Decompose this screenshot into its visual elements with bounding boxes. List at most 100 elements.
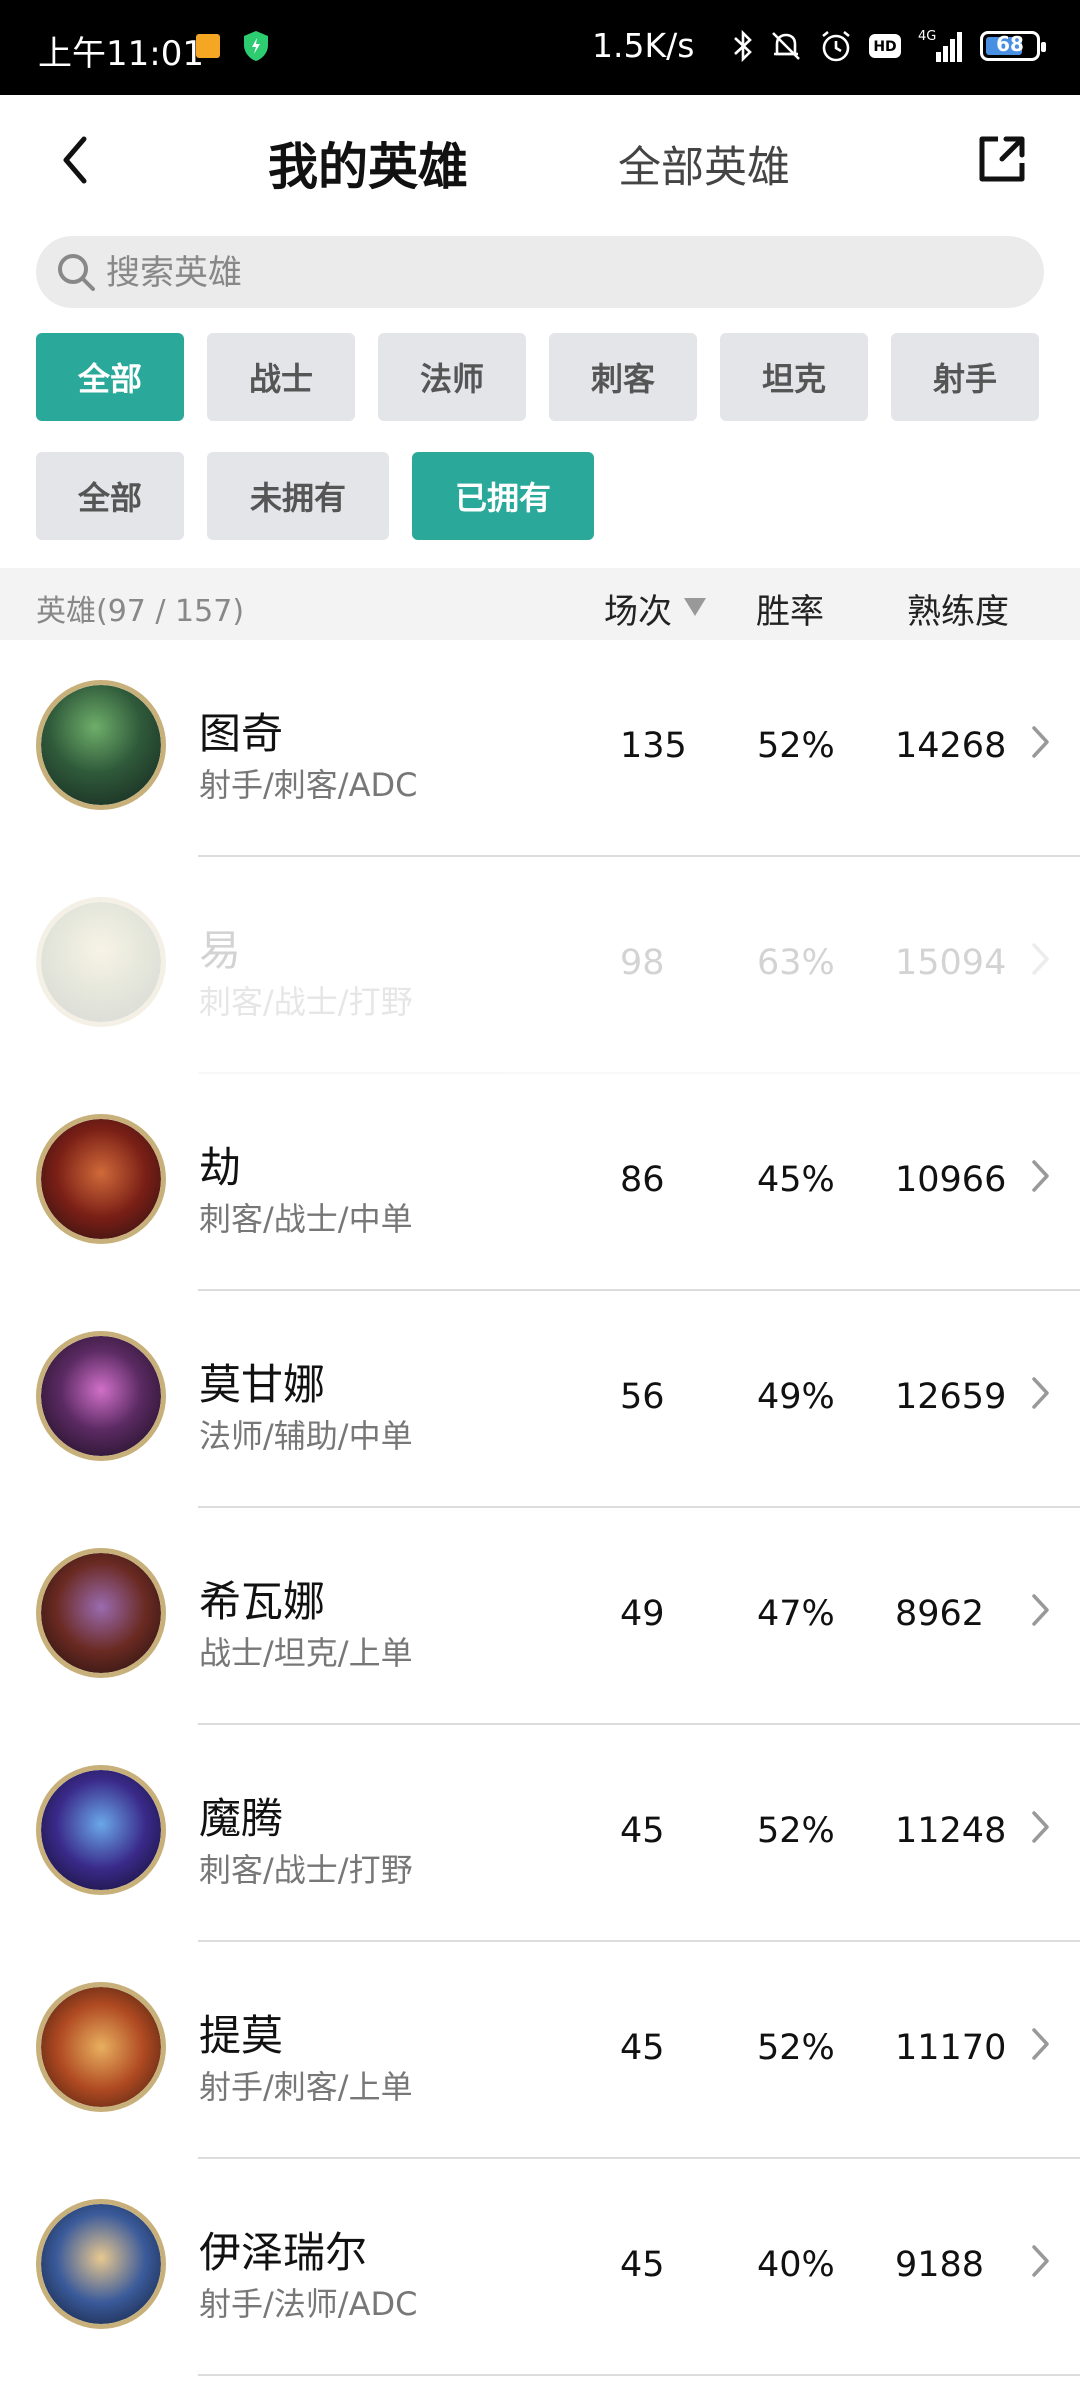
hero-name: 劫: [199, 1143, 242, 1192]
hero-row[interactable]: 图奇 射手/刺客/ADC 135 52% 14268: [0, 640, 1080, 857]
hero-roles: 刺客/战士/打野: [199, 1851, 413, 1889]
status-bar: 上午11:01 1.5K/s HD 4G 68: [0, 0, 1080, 95]
hero-roles: 战士/坦克/上单: [199, 1634, 413, 1672]
hero-avatar: [36, 1114, 166, 1244]
share-button[interactable]: [972, 129, 1032, 189]
chevron-right-icon: [1032, 1594, 1049, 1626]
hero-games: 45: [620, 2028, 665, 2068]
ownership-chip-not-owned[interactable]: 未拥有: [207, 452, 389, 540]
hero-count: 英雄(97 / 157): [36, 594, 245, 629]
hero-name: 魔腾: [199, 1794, 284, 1843]
ownership-chip-owned[interactable]: 已拥有: [412, 452, 594, 540]
hd-icon: HD: [869, 34, 901, 58]
battery-icon: 68: [980, 31, 1046, 61]
hero-roles: 射手/刺客/ADC: [199, 766, 418, 804]
hero-avatar: [36, 1765, 166, 1895]
search-input[interactable]: [104, 236, 1008, 310]
hero-roles: 法师/辅助/中单: [199, 1417, 413, 1455]
hero-mastery: 11248: [895, 1811, 1007, 1851]
chevron-right-icon: [1032, 726, 1049, 758]
header: 我的英雄 全部英雄: [0, 95, 1080, 225]
column-header: 英雄(97 / 157) 场次 胜率 熟练度: [0, 568, 1080, 640]
hero-roles: 射手/刺客/上单: [199, 2068, 413, 2106]
network-speed: 1.5K/s: [592, 26, 695, 65]
hero-roles: 刺客/战士/中单: [199, 1200, 413, 1238]
hero-winrate: 47%: [757, 1594, 835, 1634]
hero-winrate: 52%: [757, 2028, 835, 2068]
hero-mastery: 8962: [895, 1594, 985, 1634]
tab-all-heroes[interactable]: 全部英雄: [618, 133, 790, 195]
hero-avatar: [36, 897, 166, 1027]
mute-bell-icon: [772, 32, 800, 60]
status-time: 上午11:01: [38, 34, 204, 74]
hero-avatar: [36, 1982, 166, 2112]
svg-text:4G: 4G: [918, 29, 936, 44]
alarm-icon: [822, 30, 850, 62]
hero-avatar: [36, 680, 166, 810]
hero-mastery: 12659: [895, 1377, 1007, 1417]
hero-winrate: 49%: [757, 1377, 835, 1417]
hero-row[interactable]: 劫 刺客/战士/中单 86 45% 10966: [0, 1074, 1080, 1291]
hero-mastery: 14268: [895, 726, 1007, 766]
column-winrate[interactable]: 胜率: [756, 584, 824, 633]
bluetooth-icon: [734, 29, 752, 63]
hero-name: 图奇: [199, 709, 284, 758]
hero-mastery: 11170: [895, 2028, 1007, 2068]
hero-row[interactable]: 莫甘娜 法师/辅助/中单 56 49% 12659: [0, 1291, 1080, 1508]
hero-mastery: 9188: [895, 2245, 985, 2285]
hero-roles: 射手/法师/ADC: [199, 2285, 418, 2323]
role-chip-mage[interactable]: 法师: [378, 333, 526, 421]
hero-games: 45: [620, 2245, 665, 2285]
hero-name: 伊泽瑞尔: [199, 2228, 368, 2277]
hero-games: 135: [620, 726, 687, 766]
hero-name: 易: [199, 926, 242, 975]
search-bar[interactable]: [36, 236, 1044, 310]
hero-roles: 刺客/战士/打野: [199, 983, 413, 1021]
hero-games: 86: [620, 1160, 665, 1200]
role-chip-assassin[interactable]: 刺客: [549, 333, 697, 421]
hero-winrate: 45%: [757, 1160, 835, 1200]
role-chip-all[interactable]: 全部: [36, 333, 184, 421]
role-chip-tank[interactable]: 坦克: [720, 333, 868, 421]
hero-list: 图奇 射手/刺客/ADC 135 52% 14268 易 刺客/战士/打野 98…: [0, 640, 1080, 2376]
hero-winrate: 52%: [757, 726, 835, 766]
chevron-right-icon: [1032, 1160, 1049, 1192]
column-mastery[interactable]: 熟练度: [907, 584, 1009, 633]
signal-icon: 4G: [918, 29, 962, 62]
role-chip-fighter[interactable]: 战士: [207, 333, 355, 421]
hero-row[interactable]: 易 刺客/战士/打野 98 63% 15094: [0, 857, 1080, 1074]
role-chip-marksman[interactable]: 射手: [891, 333, 1039, 421]
hero-games: 98: [620, 943, 665, 983]
svg-text:HD: HD: [873, 39, 896, 55]
chevron-right-icon: [1032, 2245, 1049, 2277]
hero-row[interactable]: 魔腾 刺客/战士/打野 45 52% 11248: [0, 1725, 1080, 1942]
hero-row[interactable]: 希瓦娜 战士/坦克/上单 49 47% 8962: [0, 1508, 1080, 1725]
hero-name: 莫甘娜: [199, 1360, 326, 1409]
chevron-right-icon: [1032, 2028, 1049, 2060]
hero-row[interactable]: 提莫 射手/刺客/上单 45 52% 11170: [0, 1942, 1080, 2159]
ownership-filter: 全部 未拥有 已拥有: [36, 452, 1046, 540]
hero-name: 希瓦娜: [199, 1577, 326, 1626]
sort-down-icon[interactable]: [682, 596, 708, 618]
hero-winrate: 40%: [757, 2245, 835, 2285]
hero-games: 45: [620, 1811, 665, 1851]
role-filter: 全部 战士 法师 刺客 坦克 射手: [36, 333, 1046, 421]
hero-row[interactable]: 伊泽瑞尔 射手/法师/ADC 45 40% 9188: [0, 2159, 1080, 2376]
system-icons: HD 4G 68: [732, 24, 1046, 68]
hero-avatar: [36, 1548, 166, 1678]
column-games[interactable]: 场次: [604, 584, 672, 633]
hero-games: 56: [620, 1377, 665, 1417]
back-button[interactable]: [50, 125, 110, 195]
ownership-chip-all[interactable]: 全部: [36, 452, 184, 540]
chevron-right-icon: [1032, 1811, 1049, 1843]
hero-mastery: 10966: [895, 1160, 1007, 1200]
battery-level: 68: [996, 32, 1024, 56]
row-divider: [198, 2374, 1080, 2376]
hero-avatar: [36, 1331, 166, 1461]
hero-winrate: 52%: [757, 1811, 835, 1851]
shield-icon: [244, 31, 268, 61]
message-icon: [196, 34, 220, 58]
hero-mastery: 15094: [895, 943, 1007, 983]
chevron-right-icon: [1032, 943, 1049, 975]
tab-my-heroes[interactable]: 我的英雄: [268, 127, 468, 199]
